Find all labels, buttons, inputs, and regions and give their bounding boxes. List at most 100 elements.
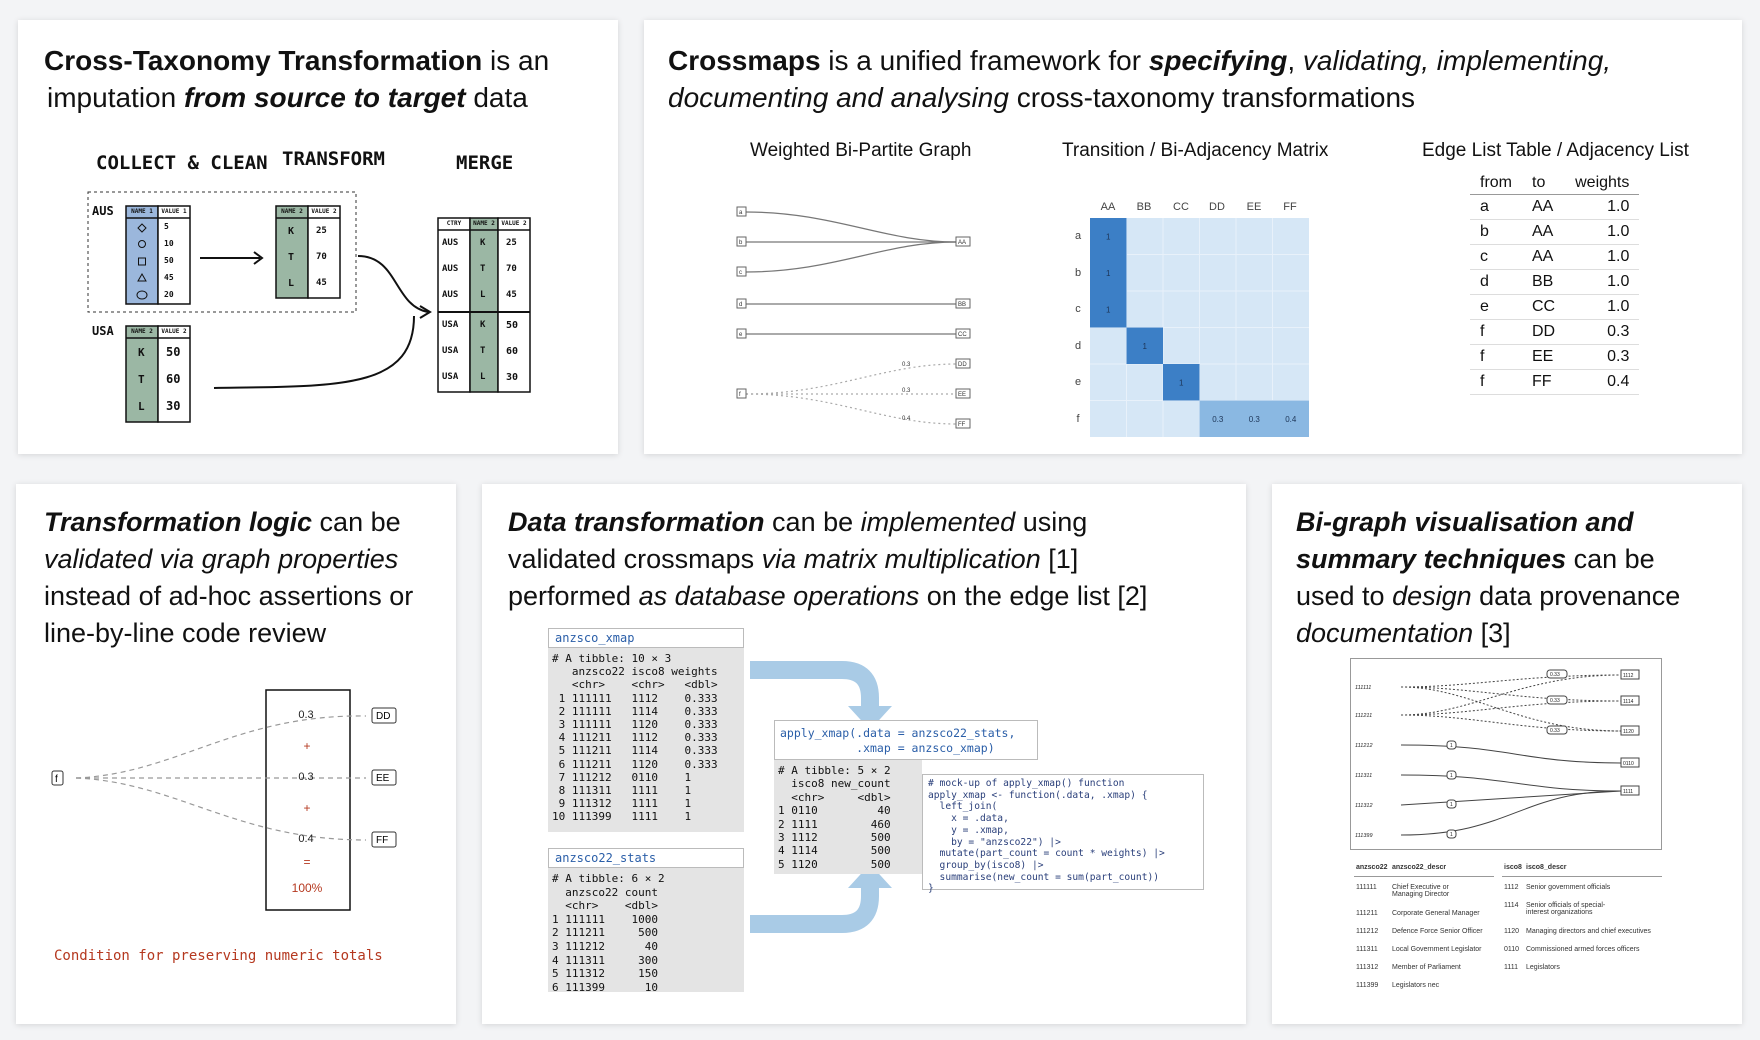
matrix-col-label: DD xyxy=(1209,201,1225,213)
aus-value: 45 xyxy=(164,273,174,282)
aus-label: AUS xyxy=(92,204,114,218)
anzsco-code: 111311 xyxy=(1356,946,1378,953)
transformed-value: 45 xyxy=(316,278,327,288)
result-output: # A tibble: 5 × 2 isco8 new_count <chr> … xyxy=(778,764,891,871)
merged-name: L xyxy=(480,290,486,300)
edge-table-cell: BB xyxy=(1522,269,1566,295)
merged-name: K xyxy=(480,320,486,330)
flow-arrow-top xyxy=(750,661,879,708)
anzsco-descr: Member of Parliament xyxy=(1392,964,1461,971)
isco-code: 1114 xyxy=(1504,902,1519,909)
bigraph-target-label: 0110 xyxy=(1623,761,1634,767)
transformed-header-value: VALUE 2 xyxy=(311,208,337,215)
panel-transformation-logic: Transformation logic can be validated vi… xyxy=(16,484,456,1024)
node-label: d xyxy=(739,302,742,308)
edge-f-FF xyxy=(75,777,367,841)
function-mockup-code: # mock-up of apply_xmap() function apply… xyxy=(928,778,1165,895)
bigraph-weight: 1 xyxy=(1450,743,1453,749)
merged-value: 30 xyxy=(506,372,519,383)
edge-list-table: from to weights a AA 1.0 b AA 1.0 c AA 1.0 d BB 1.0… xyxy=(1470,172,1640,395)
anzsco-code: 111312 xyxy=(1356,964,1379,971)
edge-table-cell: EE xyxy=(1522,344,1566,370)
merged-ctry: USA xyxy=(442,346,459,356)
merged-ctry: AUS xyxy=(442,290,459,300)
merged-value: 60 xyxy=(506,346,519,357)
matrix-col-label: CC xyxy=(1173,201,1189,213)
xmap-output: # A tibble: 10 × 3 anzsco22 isco8 weight… xyxy=(552,652,718,824)
apply-xmap-call-line2: .xmap = anzsco_xmap) xyxy=(780,741,995,755)
transformed-name: L xyxy=(288,278,295,289)
usa-header-value: VALUE 2 xyxy=(161,328,187,335)
total-preservation-diagram: f DD EE FF 0.3 0.3 0.4 + + = 100% xyxy=(51,689,397,911)
edge-c-AA xyxy=(745,241,957,273)
total-label: 100% xyxy=(292,881,323,895)
aus-value: 10 xyxy=(164,239,174,248)
plus-sign: + xyxy=(303,801,310,815)
bigraph-source-label: 111111 xyxy=(1355,685,1371,691)
usa-name: L xyxy=(138,400,145,413)
merged-value: 25 xyxy=(506,238,517,248)
graph-title: Weighted Bi-Partite Graph xyxy=(750,140,972,161)
node-label: BB xyxy=(958,302,966,308)
bigraph-weight: 0.33 xyxy=(1550,672,1560,678)
matrix-col-label: EE xyxy=(1247,201,1262,213)
panel2-title: Crossmaps is a unified framework for spe… xyxy=(668,45,1612,113)
bigraph-source-label: 111212 xyxy=(1355,743,1373,749)
usa-name: K xyxy=(138,346,145,359)
matrix-cell-value: 0.4 xyxy=(1285,415,1297,424)
transformed-name: T xyxy=(288,252,295,263)
edge-table-cell: 1.0 xyxy=(1565,294,1640,320)
panel3-title: Transformation logic can be validated vi… xyxy=(44,507,414,648)
matrix-col-label: BB xyxy=(1137,201,1152,213)
node-label: c xyxy=(739,270,742,276)
matrix-cell-value: 1 xyxy=(1179,378,1184,387)
edge-table-row: c AA 1.0 xyxy=(1470,244,1640,270)
plus-sign: + xyxy=(303,739,310,753)
bigraph-weight: 0.33 xyxy=(1550,698,1560,704)
merged-value: 70 xyxy=(506,264,517,274)
usa-name: T xyxy=(138,373,145,386)
isco-code: 1112 xyxy=(1504,884,1519,891)
panel-crossmaps: Crossmaps is a unified framework for spe… xyxy=(644,20,1742,454)
bigraph-source-label: 111211 xyxy=(1355,713,1372,719)
isco-header-code: isco8 xyxy=(1504,864,1522,871)
node-label: CC xyxy=(958,332,967,338)
panel-bigraph-visualisation: Bi-graph visualisation and summary techn… xyxy=(1272,484,1742,1024)
stats-header: anzsco22_stats xyxy=(548,848,744,868)
aus-value-column xyxy=(157,205,191,305)
transformed-value: 70 xyxy=(316,252,327,262)
isco-header-rule xyxy=(1502,876,1662,877)
node-label: FF xyxy=(376,835,388,846)
edge-table-cell: DD xyxy=(1522,319,1566,345)
edge-weight-label: 0.4 xyxy=(902,416,911,422)
node-label: FF xyxy=(958,422,966,428)
merged-ctry: USA xyxy=(442,372,459,382)
merged-ctry: AUS xyxy=(442,264,459,274)
xmap-header: anzsco_xmap xyxy=(548,628,744,648)
merged-name: T xyxy=(480,346,486,356)
aus-name-column xyxy=(125,205,159,305)
merge-arrow-bottom xyxy=(213,315,415,389)
caption: Condition for preserving numeric totals xyxy=(54,948,383,964)
weight-label: 0.3 xyxy=(298,709,313,721)
merged-header-value: VALUE 2 xyxy=(501,220,527,227)
table-title: Edge List Table / Adjacency List xyxy=(1422,140,1689,161)
edge-table-row: f EE 0.3 xyxy=(1470,344,1640,370)
bigraph-weight: 0.33 xyxy=(1550,728,1560,734)
edge-table-cell: 1.0 xyxy=(1565,194,1640,220)
collect-transform-merge-sketch xyxy=(87,191,531,423)
anzsco-header-descr: anzsco22_descr xyxy=(1392,864,1447,871)
edge-table-cell: 1.0 xyxy=(1565,244,1640,270)
anzsco-descr: Defence Force Senior Officer xyxy=(1392,928,1483,935)
merge-arrow-top xyxy=(357,255,429,313)
matrix-cell-value: 1 xyxy=(1106,232,1111,241)
edge-table-cell: c xyxy=(1470,244,1522,270)
matrix-col-label: FF xyxy=(1283,201,1297,213)
aus-value: 50 xyxy=(164,256,174,265)
bigraph-weight: 1 xyxy=(1450,773,1453,779)
usa-value: 50 xyxy=(166,345,181,359)
node-label: EE xyxy=(958,392,966,398)
anzsco-code: 111111 xyxy=(1356,884,1377,891)
edge-table-row: a AA 1.0 xyxy=(1470,194,1640,220)
matrix-cell-value: 0.3 xyxy=(1249,415,1261,424)
